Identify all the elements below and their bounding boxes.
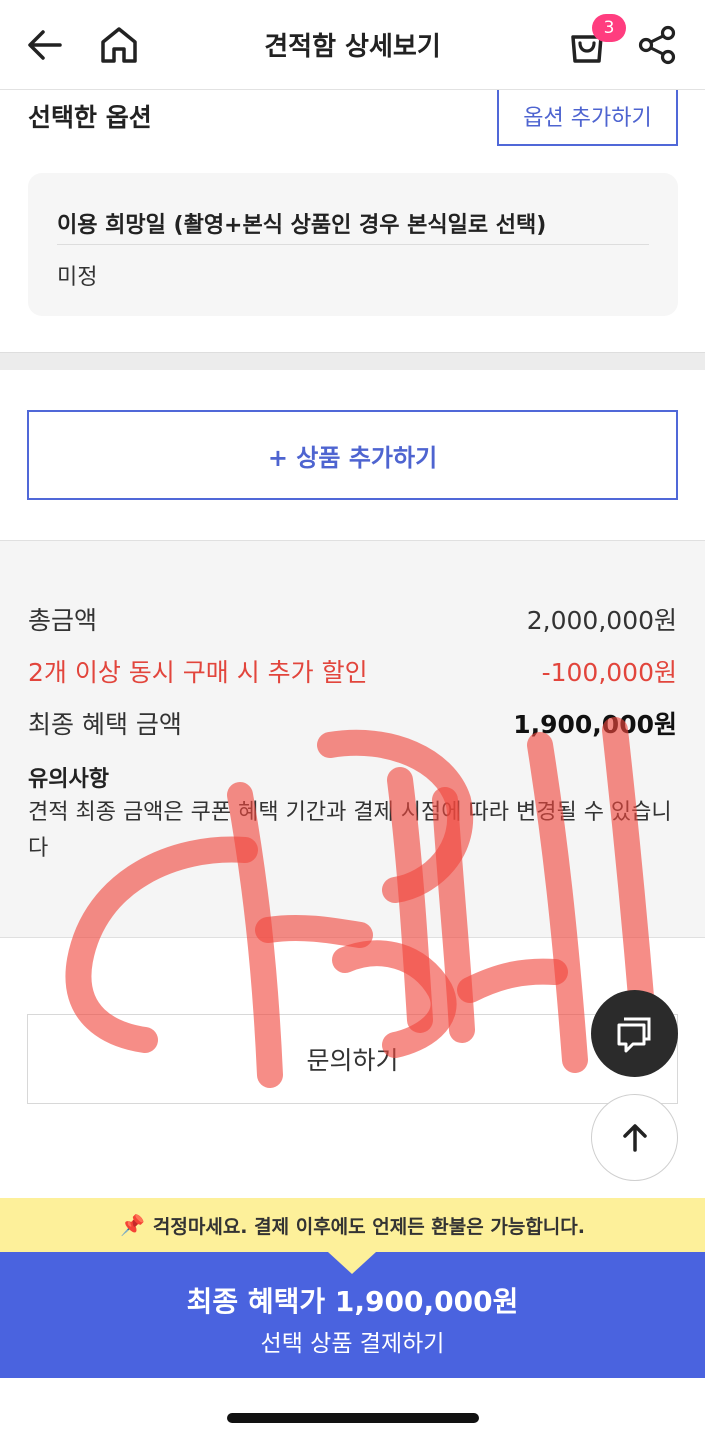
total-label: 총금액 xyxy=(28,606,98,635)
final-value: 1,900,000원 xyxy=(513,710,677,739)
refund-notice-banner: 📌 걱정마세요. 결제 이후에도 언제든 환불은 가능합니다. xyxy=(0,1198,705,1252)
discount-label: 2개 이상 동시 구매 시 추가 할인 xyxy=(28,658,368,687)
notice-body: 견적 최종 금액은 쿠폰 혜택 기간과 결제 시점에 따라 변경될 수 있습니다 xyxy=(28,800,672,861)
discount-value: -100,000원 xyxy=(541,658,677,687)
pushpin-icon: 📌 xyxy=(120,1213,145,1237)
add-product-button[interactable]: + 상품 추가하기 xyxy=(27,410,678,500)
discount-row: 2개 이상 동시 구매 시 추가 할인 -100,000원 xyxy=(28,653,677,689)
chat-icon xyxy=(617,1017,650,1052)
final-label: 최종 혜택 금액 xyxy=(28,710,182,739)
option-card: 이용 희망일 (촬영+본식 상품인 경우 본식일로 선택) 미정 xyxy=(28,173,678,316)
checkout-button[interactable]: 최종 혜택가 1,900,000원 선택 상품 결제하기 xyxy=(0,1252,705,1378)
final-price-text: 최종 혜택가 1,900,000원 xyxy=(186,1285,519,1318)
option-label: 이용 희망일 (촬영+본식 상품인 경우 본식일로 선택) xyxy=(57,213,547,238)
cart-count-badge: 3 xyxy=(592,14,626,42)
checkout-label: 선택 상품 결제하기 xyxy=(260,1331,445,1357)
chat-button[interactable] xyxy=(591,990,678,1077)
option-divider xyxy=(57,244,649,245)
share-icon[interactable] xyxy=(632,20,682,70)
banner-pointer xyxy=(328,1252,376,1274)
refund-notice-text: 걱정마세요. 결제 이후에도 언제든 환불은 가능합니다. xyxy=(152,1215,585,1238)
notice-title: 유의사항 xyxy=(28,767,109,792)
scroll-to-top-button[interactable] xyxy=(591,1094,678,1181)
option-value: 미정 xyxy=(57,265,98,290)
inquiry-button[interactable]: 문의하기 xyxy=(27,1014,678,1104)
section-divider xyxy=(0,352,705,370)
add-option-button[interactable]: 옵션 추가하기 xyxy=(497,88,678,146)
total-row: 총금액 2,000,000원 xyxy=(28,601,677,637)
home-indicator xyxy=(227,1413,479,1423)
arrow-up-icon xyxy=(622,1123,647,1152)
final-row: 최종 혜택 금액 1,900,000원 xyxy=(28,705,677,741)
total-value: 2,000,000원 xyxy=(526,606,677,635)
price-summary: 총금액 2,000,000원 2개 이상 동시 구매 시 추가 할인 -100,… xyxy=(0,540,705,938)
selected-options-heading: 선택한 옵션 xyxy=(28,103,152,132)
top-navigation-bar: 견적함 상세보기 3 xyxy=(0,0,705,90)
